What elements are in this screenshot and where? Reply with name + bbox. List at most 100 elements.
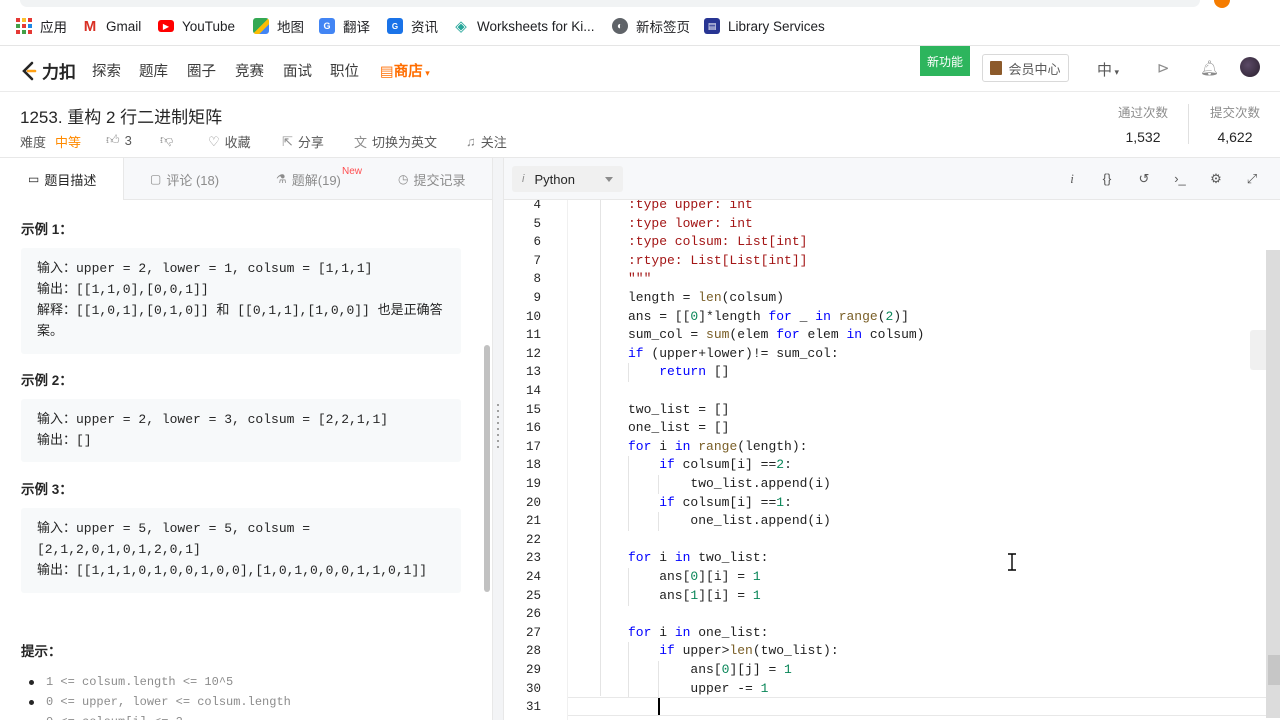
line-number: 7 [533,253,541,268]
profile-icon[interactable] [1214,0,1230,8]
new-feature-button[interactable]: 新功能 [920,46,970,76]
nav-store[interactable]: ▤商店 ▾ [380,60,430,81]
hints-list: 1 <= colsum.length <= 10^5 0 <= upper, l… [29,672,291,720]
tab-label: 提交记录 [413,172,466,188]
follow-button[interactable]: ♫ 关注 [466,132,507,151]
side-panel-toggle[interactable] [1250,330,1266,370]
console-icon[interactable]: ›_ [1172,171,1188,186]
submissions-label: 提交次数 [1209,106,1260,120]
code-line: for i in one_list: [628,624,769,640]
bookmark-label: 地图 [277,20,304,35]
switch-language-button[interactable]: 文 切换为英文 [354,132,437,151]
flask-icon: ⚗ [276,172,287,186]
store-label: 商店 [393,64,423,80]
bookmark-label: 新标签页 [636,20,690,35]
line-number: 14 [525,384,541,398]
tab-solutions[interactable]: ⚗ 题解(19) [276,158,341,200]
leetcode-logo[interactable]: 力扣 [20,58,76,83]
thumbs-up-icon: 👍︎ [106,132,120,147]
dislike-button[interactable]: 👎︎ [160,132,178,148]
panel-resize-handle[interactable] [492,158,504,720]
code-line: upper -= 1 [628,680,769,696]
bookmark-library[interactable]: ▤ Library Services [704,16,825,36]
line-number: 8 [533,272,541,287]
bookmark-gmail[interactable]: M Gmail [82,16,141,36]
code-line: :rtype: List[List[int]] [628,252,808,268]
bookmarks-bar: 应用 M Gmail ▶ YouTube 地图 G 翻译 G 资讯 ◈ Work… [0,0,1280,46]
info-icon[interactable]: i [1064,171,1080,187]
example-heading: 示例 1： [21,222,73,237]
nav-jobs[interactable]: 职位 [330,60,359,81]
nav-explore[interactable]: 探索 [92,60,121,81]
bookmark-worksheets[interactable]: ◈ Worksheets for Ki... [453,16,595,36]
like-button[interactable]: 👍︎ 3 [106,132,132,148]
bookmark-translate[interactable]: G 翻译 [319,16,370,36]
like-count: 3 [124,132,132,148]
language-switch[interactable]: 中 ▾ [1097,59,1119,80]
line-number: 20 [525,495,541,510]
line-number: 24 [525,570,541,584]
submissions-count: 4,622 [1217,129,1253,145]
language-select[interactable]: i Python [512,166,623,192]
share-button[interactable]: ⇱ 分享 [282,132,324,151]
braces-icon[interactable]: {} [1099,171,1115,186]
collect-button[interactable]: ♡ 收藏 [208,132,251,151]
line-number: 11 [525,328,541,343]
problem-header: 1253. 重构 2 行二进制矩阵 难度 中等 👍︎ 3 👎︎ ♡ 收藏 ⇱ 分… [0,92,1280,158]
line-number: 13 [525,365,541,380]
accepted-count: 1,532 [1125,129,1161,145]
bookmark-maps[interactable]: 地图 [253,16,304,36]
bookmark-news[interactable]: G 资讯 [387,16,438,36]
nav-interview[interactable]: 面试 [283,60,312,81]
tab-submissions[interactable]: ◷ 提交记录 [398,158,466,200]
new-badge: New [342,166,363,177]
avatar[interactable] [1240,57,1260,77]
vip-center-button[interactable]: 会员中心 [982,54,1069,82]
line-number: 27 [525,625,541,640]
reset-icon[interactable]: ↺ [1136,171,1152,187]
tab-label: 题解(19) [291,172,341,188]
bookmark-apps[interactable]: 应用 [16,16,67,36]
playground-icon[interactable]: ⊳ [1157,59,1170,77]
editor-toolbar: i Python i {} ↺ ›_ ⚙ ⤢ [504,158,1280,200]
code-line: sum_col = sum(elem for elem in colsum) [628,327,925,343]
line-number: 31 [525,700,541,715]
address-bar-edge [20,0,1200,7]
translate-icon: G [319,18,335,34]
collect-label: 收藏 [224,135,251,150]
line-number: 25 [525,588,541,603]
chevron-down-icon [605,177,613,182]
description-scrollbar[interactable] [484,345,490,592]
line-number: 16 [525,421,541,436]
bookmark-newtab[interactable]: ◐ 新标签页 [612,16,690,36]
difficulty: 难度 中等 [20,132,81,151]
nav-circle[interactable]: 圈子 [187,60,216,81]
vip-label: 会员中心 [1008,61,1061,77]
line-number: 21 [525,514,541,529]
settings-icon[interactable]: ⚙ [1208,171,1224,187]
tab-description[interactable]: ▭ 题目描述 [0,158,124,200]
accepted-stat: 通过次数 1,532 [1114,102,1172,145]
example-explanation: 解释：[[1,0,1],[0,1,0]] 和 [[0,1,1],[1,0,0]]… [37,303,443,318]
fullscreen-icon[interactable]: ⤢ [1244,171,1260,187]
worksheets-icon: ◈ [453,18,469,35]
line-number: 19 [525,477,541,491]
bookmark-label: Gmail [106,18,142,34]
code-editor[interactable]: 4 5 6 7 8 9 10 11 12 13 14 15 16 17 18 1… [504,200,1280,720]
nav-contest[interactable]: 竞赛 [235,60,264,81]
bell-icon[interactable]: 🔔︎ [1200,59,1219,77]
code-line: for i in range(length): [628,438,808,454]
line-number: 30 [525,681,541,696]
tab-comments[interactable]: ▢ 评论 (18) [150,158,219,200]
gmail-icon: M [82,17,98,35]
code-line: two_list = [] [628,401,730,417]
editor-scrollbar[interactable] [1266,250,1280,718]
scrollbar-thumb[interactable] [1268,655,1280,685]
code-line: if colsum[i] ==1: [659,494,792,510]
maps-icon [253,18,269,34]
bookmark-label: Library Services [728,18,825,34]
share-label: 分享 [297,135,324,150]
bookmark-youtube[interactable]: ▶ YouTube [158,16,235,36]
nav-problemset[interactable]: 题库 [139,60,168,81]
